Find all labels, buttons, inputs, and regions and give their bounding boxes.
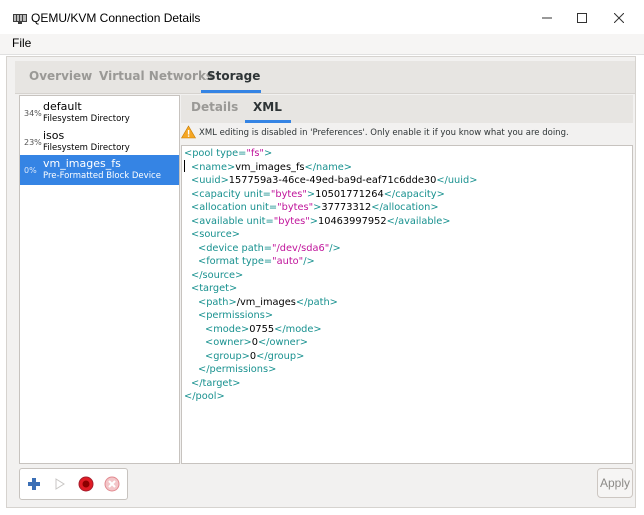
tab-virtual-networks[interactable]: Virtual Networks — [99, 69, 213, 83]
title-bar: QEMU/KVM Connection Details — [0, 0, 644, 34]
xml-line: <owner>0</owner> — [205, 337, 308, 348]
pool-type: Pre-Formatted Block Device — [43, 171, 161, 181]
warning-text: XML editing is disabled in 'Preferences'… — [199, 128, 569, 138]
tab-storage[interactable]: Storage — [207, 69, 260, 83]
maximize-icon — [577, 13, 587, 23]
active-tab-indicator — [201, 90, 261, 93]
minimize-icon — [542, 17, 552, 19]
apply-button[interactable]: Apply — [597, 468, 633, 498]
xml-line: <available unit="bytes">10463997952</ava… — [191, 215, 451, 227]
active-detail-tab-indicator — [245, 120, 291, 123]
start-pool-button[interactable] — [48, 473, 70, 495]
xml-warning: XML editing is disabled in 'Preferences'… — [180, 125, 633, 143]
add-pool-button[interactable] — [23, 473, 45, 495]
delete-pool-button[interactable] — [101, 473, 123, 495]
main-tabs: Overview Virtual Networks Storage — [15, 61, 635, 94]
start-pool-icon — [55, 478, 65, 490]
storage-pool-list: 34% default Filesystem Directory 23% iso… — [19, 95, 180, 464]
xml-line: <allocation unit="bytes">37773312</alloc… — [191, 202, 439, 213]
tab-details[interactable]: Details — [191, 100, 238, 114]
close-button[interactable] — [604, 6, 634, 30]
stop-pool-button[interactable] — [75, 473, 97, 495]
bottom-toolbar: Apply — [19, 467, 633, 503]
xml-line: <mode>0755</mode> — [205, 323, 322, 335]
xml-line: <pool type="fs"> — [184, 148, 273, 159]
window-title: QEMU/KVM Connection Details — [31, 11, 201, 25]
xml-line: <group>0</group> — [205, 350, 305, 362]
xml-line: <path>/vm_images</path> — [198, 296, 338, 308]
text-cursor — [184, 160, 185, 172]
pool-usage: 34% — [24, 109, 42, 118]
xml-line: <permissions> — [198, 310, 274, 321]
add-pool-icon — [28, 478, 40, 490]
menu-file[interactable]: File — [12, 36, 31, 50]
xml-line: <name>vm_images_fs</name> — [191, 161, 353, 173]
pool-name: isos — [43, 129, 65, 142]
xml-line: </pool> — [184, 391, 225, 402]
pool-name: vm_images_fs — [43, 157, 121, 170]
pool-type: Filesystem Directory — [43, 114, 130, 124]
pool-actions — [19, 468, 128, 500]
maximize-button[interactable] — [567, 6, 597, 30]
pool-detail-panel: Details XML XML editing is disabled in '… — [180, 95, 633, 464]
xml-line: <device path="/dev/sda6"/> — [198, 242, 341, 254]
xml-line: <uuid>157759a3-46ce-49ed-ba9d-eaf71c6dde… — [191, 175, 478, 186]
xml-line: <format type="auto"/> — [198, 256, 315, 267]
pool-name: default — [43, 100, 82, 113]
xml-line: <source> — [191, 229, 240, 240]
xml-line: </target> — [191, 377, 241, 389]
pool-item-default[interactable]: 34% default Filesystem Directory — [20, 98, 179, 128]
stop-pool-icon — [78, 476, 94, 492]
tab-xml[interactable]: XML — [253, 100, 282, 114]
connection-details-panel: Overview Virtual Networks Storage 34% de… — [6, 56, 636, 508]
xml-line: </source> — [191, 269, 244, 281]
menu-bar: File — [0, 34, 644, 55]
xml-editor[interactable]: <pool type="fs"> <name>vm_images_fs</name… — [181, 145, 633, 464]
xml-line: </permissions> — [198, 364, 277, 375]
delete-pool-icon — [104, 476, 120, 492]
xml-line: <capacity unit="bytes">10501771264</capa… — [191, 188, 445, 200]
detail-tabs: Details XML — [181, 95, 633, 123]
minimize-button[interactable] — [532, 6, 562, 30]
close-icon — [614, 13, 624, 23]
xml-line: <target> — [191, 283, 238, 294]
pool-usage: 23% — [24, 138, 42, 147]
pool-type: Filesystem Directory — [43, 143, 130, 153]
tab-overview[interactable]: Overview — [29, 69, 92, 83]
pool-usage: 0% — [24, 166, 37, 175]
pool-item-isos[interactable]: 23% isos Filesystem Directory — [20, 127, 179, 157]
warning-icon — [180, 125, 197, 142]
pool-item-vm-images-fs[interactable]: 0% vm_images_fs Pre-Formatted Block Devi… — [20, 155, 179, 185]
monitor-icon — [13, 13, 27, 24]
